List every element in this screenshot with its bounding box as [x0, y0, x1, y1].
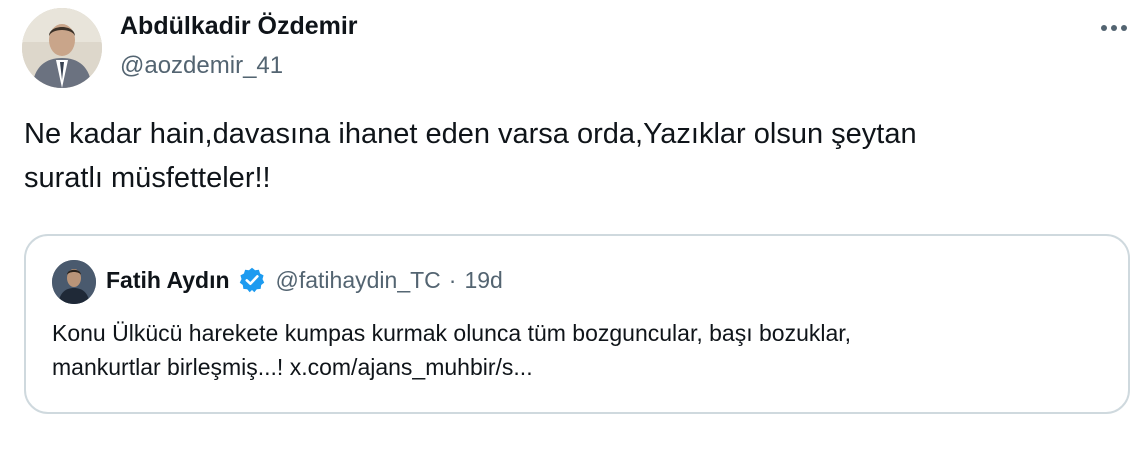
quoted-tweet[interactable]: Fatih Aydın @fatihaydin_TC · 19d Konu Ül… — [24, 234, 1130, 414]
quote-timestamp[interactable]: 19d — [464, 267, 502, 294]
author-name[interactable]: Abdülkadir Özdemir — [120, 12, 358, 41]
tweet: Abdülkadir Özdemir @aozdemir_41 Ne kadar… — [0, 0, 1148, 450]
tweet-text: Ne kadar hain,davasına ihanet eden varsa… — [24, 118, 917, 194]
more-options-button[interactable] — [1094, 10, 1134, 46]
author-handle[interactable]: @aozdemir_41 — [120, 52, 283, 80]
quote-text: Konu Ülkücü harekete kumpas kurmak olunc… — [52, 320, 852, 380]
author-avatar[interactable] — [22, 8, 102, 88]
quote-author-handle[interactable]: @fatihaydin_TC — [276, 267, 441, 294]
verified-badge-icon — [238, 266, 266, 294]
quote-author-avatar[interactable] — [52, 260, 96, 304]
separator-dot: · — [448, 266, 457, 293]
quote-author-name[interactable]: Fatih Aydın — [106, 267, 230, 294]
more-horizontal-icon — [1100, 19, 1128, 37]
quote-header: Fatih Aydın @fatihaydin_TC · 19d — [106, 266, 503, 294]
